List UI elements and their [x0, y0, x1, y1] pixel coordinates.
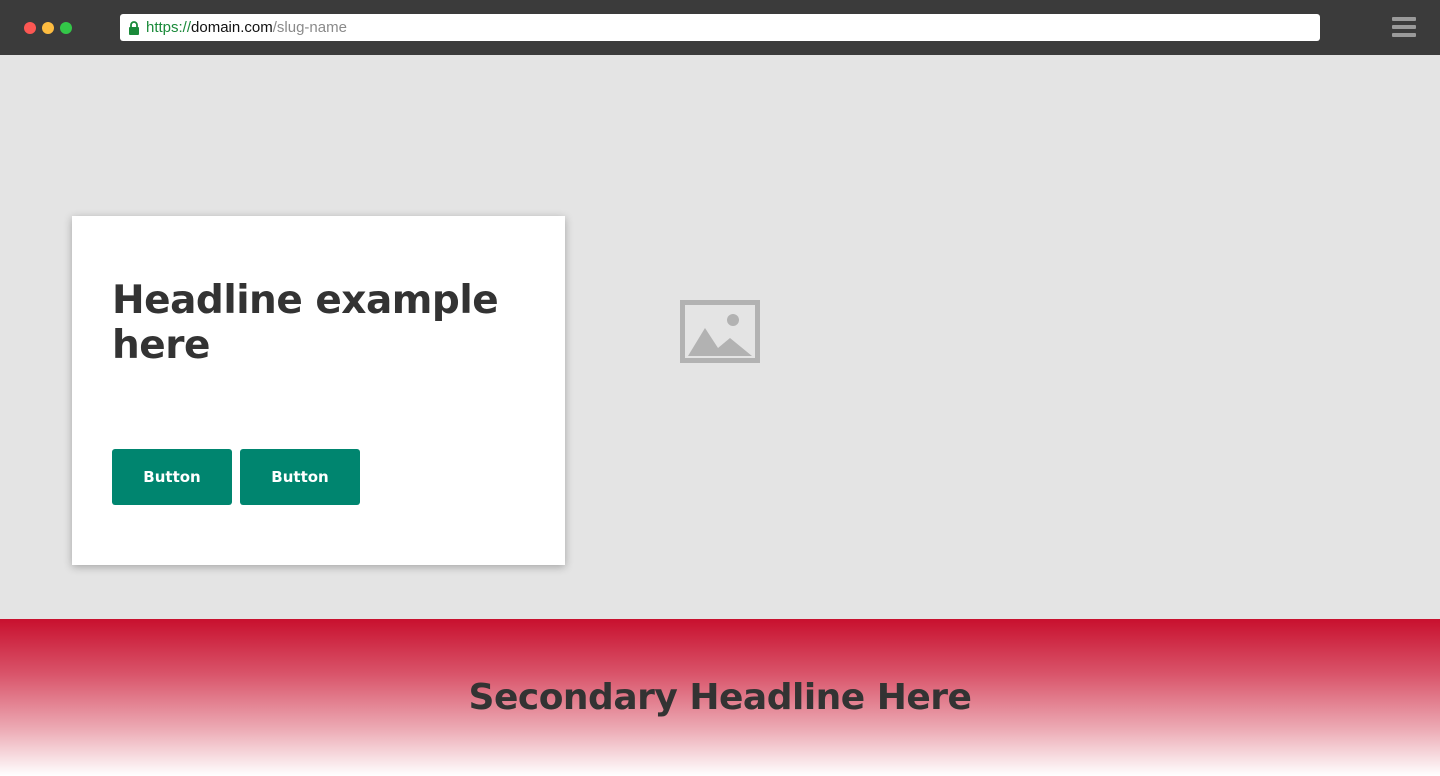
- minimize-window-button[interactable]: [42, 22, 54, 34]
- hero-section: Headline example here Button Button: [0, 55, 1440, 619]
- url-path: /slug-name: [272, 19, 347, 36]
- secondary-section: Secondary Headline Here: [0, 619, 1440, 776]
- hamburger-menu-icon[interactable]: [1392, 17, 1416, 37]
- browser-toolbar: https://domain.com/slug-name: [0, 0, 1440, 55]
- close-window-button[interactable]: [24, 22, 36, 34]
- hero-card: Headline example here Button Button: [72, 216, 565, 565]
- hero-headline: Headline example here: [112, 278, 499, 368]
- address-bar[interactable]: https://domain.com/slug-name: [120, 14, 1320, 41]
- primary-button[interactable]: Button: [112, 449, 232, 505]
- url-scheme: https://: [146, 19, 192, 36]
- url-domain: domain.com: [191, 19, 273, 36]
- secondary-headline: Secondary Headline Here: [468, 677, 972, 718]
- maximize-window-button[interactable]: [60, 22, 72, 34]
- lock-icon: [129, 20, 139, 35]
- image-placeholder-icon: [680, 300, 760, 363]
- secondary-button[interactable]: Button: [240, 449, 360, 505]
